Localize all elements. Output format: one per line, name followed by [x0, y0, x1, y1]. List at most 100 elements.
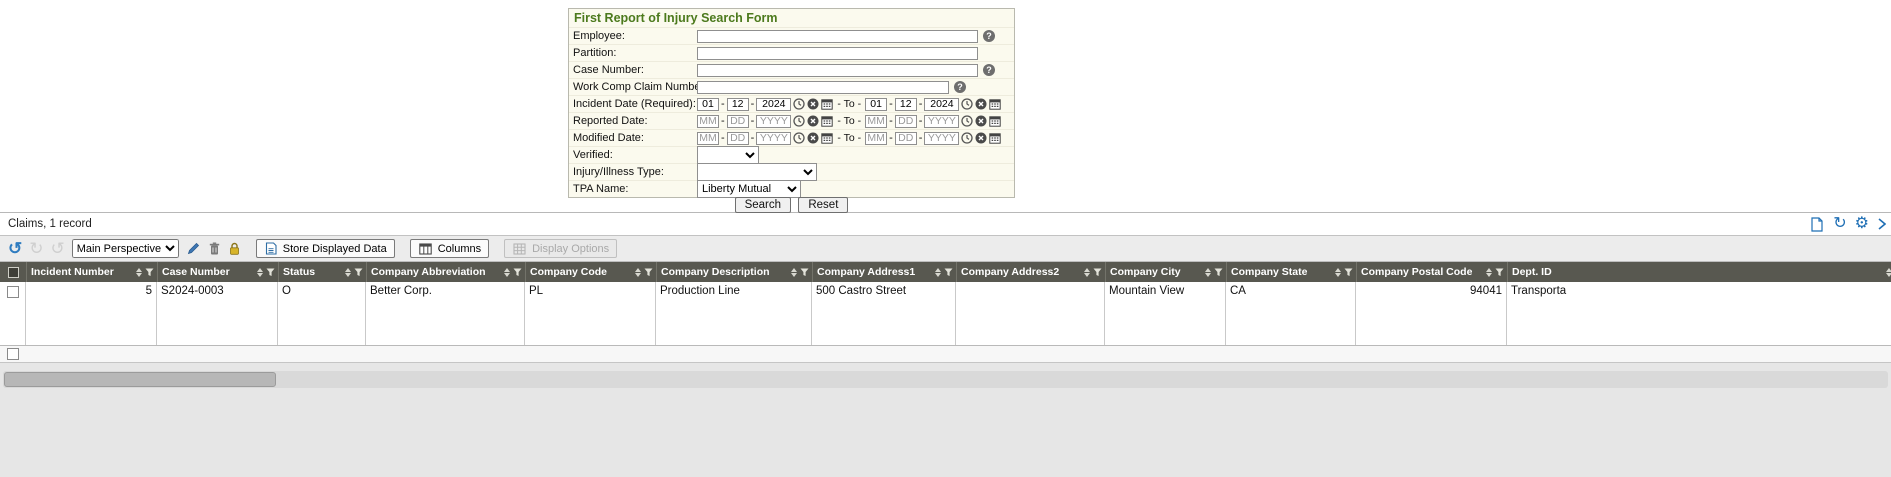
sort-icon[interactable] — [1205, 268, 1211, 277]
reset-button[interactable]: Reset — [798, 197, 848, 213]
sort-icon[interactable] — [257, 268, 263, 277]
lock-icon[interactable] — [229, 242, 240, 255]
perspective-select[interactable]: Main Perspective — [72, 239, 179, 258]
trash-icon[interactable] — [209, 242, 220, 255]
help-icon[interactable]: ? — [954, 81, 966, 93]
column-header-company-address1[interactable]: Company Address1 — [812, 262, 956, 282]
column-header-company-state[interactable]: Company State — [1226, 262, 1356, 282]
footer-row-checkbox[interactable] — [7, 348, 19, 360]
column-header-status[interactable]: Status — [278, 262, 366, 282]
sort-icon[interactable] — [345, 268, 351, 277]
case-number-input[interactable] — [697, 64, 978, 77]
columns-button[interactable]: Columns — [410, 239, 489, 258]
undo-icon[interactable]: ↺ — [8, 240, 22, 257]
incident-date-from-mm-input[interactable] — [697, 98, 719, 111]
calendar-icon[interactable] — [821, 132, 833, 144]
incident-date-to-mm-input[interactable] — [865, 98, 887, 111]
reported-date-to-yyyy-input[interactable] — [924, 115, 959, 128]
clear-date-icon[interactable] — [807, 132, 819, 144]
new-document-icon[interactable] — [1810, 217, 1824, 232]
reported-date-from-yyyy-input[interactable] — [756, 115, 791, 128]
filter-icon[interactable] — [513, 268, 522, 277]
gear-icon[interactable]: ⚙ — [1855, 216, 1869, 232]
clear-date-icon[interactable] — [807, 98, 819, 110]
clock-icon[interactable] — [961, 98, 973, 110]
sort-icon[interactable] — [136, 268, 142, 277]
table-row[interactable]: 5S2024-0003OBetter Corp.PLProduction Lin… — [0, 282, 1891, 346]
column-header-company-description[interactable]: Company Description — [656, 262, 812, 282]
clock-icon[interactable] — [793, 98, 805, 110]
sort-icon[interactable] — [1486, 268, 1492, 277]
column-header-case-number[interactable]: Case Number — [157, 262, 278, 282]
column-header-incident-number[interactable]: Incident Number — [26, 262, 157, 282]
column-header-dept-id[interactable]: Dept. ID — [1507, 262, 1891, 282]
reported-date-to-mm-input[interactable] — [865, 115, 887, 128]
incident-date-to-yyyy-input[interactable] — [924, 98, 959, 111]
modified-date-to-yyyy-input[interactable] — [924, 132, 959, 145]
sort-icon[interactable] — [1335, 268, 1341, 277]
filter-icon[interactable] — [1214, 268, 1223, 277]
row-checkbox[interactable] — [7, 286, 19, 298]
tpa-name-select[interactable]: Liberty Mutual — [697, 180, 801, 198]
incident-date-from-yyyy-input[interactable] — [756, 98, 791, 111]
store-displayed-data-button[interactable]: Store Displayed Data — [256, 239, 395, 258]
filter-icon[interactable] — [944, 268, 953, 277]
clock-icon[interactable] — [961, 115, 973, 127]
filter-icon[interactable] — [145, 268, 154, 277]
filter-icon[interactable] — [644, 268, 653, 277]
work-comp-claim-number-input[interactable] — [697, 81, 949, 94]
calendar-icon[interactable] — [821, 115, 833, 127]
sort-icon[interactable] — [935, 268, 941, 277]
column-header-company-address2[interactable]: Company Address2 — [956, 262, 1105, 282]
partition-input[interactable] — [697, 47, 978, 60]
employee-input[interactable] — [697, 30, 978, 43]
incident-date-to-dd-input[interactable] — [895, 98, 917, 111]
scrollbar-thumb[interactable] — [4, 372, 276, 387]
modified-date-from-yyyy-input[interactable] — [756, 132, 791, 145]
reported-date-from-mm-input[interactable] — [697, 115, 719, 128]
sort-icon[interactable] — [1886, 268, 1891, 277]
column-header-company-postal-code[interactable]: Company Postal Code — [1356, 262, 1507, 282]
clear-date-icon[interactable] — [975, 132, 987, 144]
edit-pencil-icon[interactable] — [187, 242, 200, 255]
filter-icon[interactable] — [354, 268, 363, 277]
injury-illness-type-select[interactable] — [697, 163, 817, 181]
filter-icon[interactable] — [1344, 268, 1353, 277]
modified-date-from-mm-input[interactable] — [697, 132, 719, 145]
refresh-icon[interactable]: ↻ — [1833, 216, 1846, 232]
filter-icon[interactable] — [1495, 268, 1504, 277]
help-icon[interactable]: ? — [983, 64, 995, 76]
clock-icon[interactable] — [961, 132, 973, 144]
incident-date-from-dd-input[interactable] — [727, 98, 749, 111]
modified-date-to-dd-input[interactable] — [895, 132, 917, 145]
calendar-icon[interactable] — [989, 98, 1001, 110]
select-all-checkbox[interactable] — [8, 267, 19, 278]
sort-icon[interactable] — [791, 268, 797, 277]
column-header-company-city[interactable]: Company City — [1105, 262, 1226, 282]
modified-date-from-dd-input[interactable] — [727, 132, 749, 145]
verified-select[interactable] — [697, 146, 759, 164]
column-header-company-code[interactable]: Company Code — [525, 262, 656, 282]
sort-icon[interactable] — [1084, 268, 1090, 277]
clear-date-icon[interactable] — [807, 115, 819, 127]
calendar-icon[interactable] — [989, 132, 1001, 144]
chevron-right-icon[interactable] — [1878, 218, 1886, 230]
horizontal-scrollbar[interactable] — [3, 371, 1888, 388]
calendar-icon[interactable] — [821, 98, 833, 110]
reported-date-from-dd-input[interactable] — [727, 115, 749, 128]
sort-icon[interactable] — [635, 268, 641, 277]
column-header-company-abbreviation[interactable]: Company Abbreviation — [366, 262, 525, 282]
clock-icon[interactable] — [793, 115, 805, 127]
filter-icon[interactable] — [800, 268, 809, 277]
clear-date-icon[interactable] — [975, 115, 987, 127]
calendar-icon[interactable] — [989, 115, 1001, 127]
reported-date-to-dd-input[interactable] — [895, 115, 917, 128]
clock-icon[interactable] — [793, 132, 805, 144]
sort-icon[interactable] — [504, 268, 510, 277]
modified-date-to-mm-input[interactable] — [865, 132, 887, 145]
search-button[interactable]: Search — [735, 197, 791, 213]
clear-date-icon[interactable] — [975, 98, 987, 110]
filter-icon[interactable] — [1093, 268, 1102, 277]
filter-icon[interactable] — [266, 268, 275, 277]
help-icon[interactable]: ? — [983, 30, 995, 42]
